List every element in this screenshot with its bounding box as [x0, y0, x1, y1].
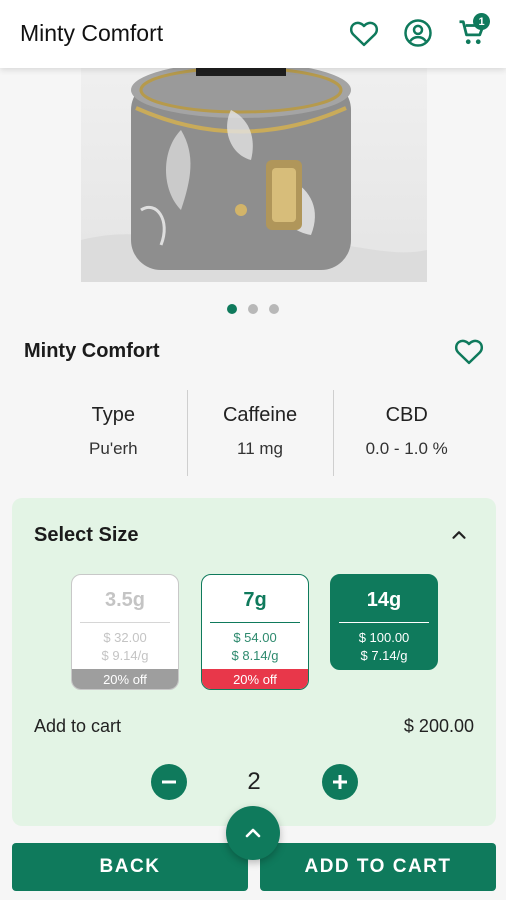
divider — [210, 622, 300, 623]
increase-quantity-button[interactable] — [322, 764, 358, 800]
image-pager-dots — [0, 304, 506, 314]
size-price: $ 32.00 — [103, 630, 147, 645]
decrease-quantity-button[interactable] — [151, 764, 187, 800]
minus-icon — [162, 780, 176, 784]
add-to-cart-label: Add to cart — [34, 716, 122, 736]
size-option-3-5g[interactable]: 3.5g $ 32.00 $ 9.14/g 20% off — [71, 574, 179, 690]
pager-dot[interactable] — [269, 304, 279, 314]
quantity-value: 2 — [247, 768, 261, 795]
size-price: $ 100.00 — [358, 630, 410, 645]
add-to-cart-button[interactable]: ADD TO CART — [260, 843, 496, 891]
size-weight: 14g — [366, 589, 402, 611]
spec-label: CBD — [385, 404, 428, 426]
product-name: Minty Comfort — [24, 340, 160, 362]
pager-dot[interactable] — [227, 304, 237, 314]
discount-badge: 20% off — [72, 669, 178, 689]
divider — [339, 622, 429, 623]
spec-type: Type Pu'erh — [40, 390, 187, 476]
size-option-7g[interactable]: 7g $ 54.00 $ 8.14/g 20% off — [201, 574, 309, 690]
heart-icon[interactable] — [454, 337, 486, 369]
chevron-up-icon[interactable] — [448, 524, 470, 546]
product-specs: Type Pu'erh Caffeine 11 mg CBD 0.0 - 1.0… — [40, 390, 480, 476]
size-option-14g[interactable]: 14g $ 100.00 $ 7.14/g — [330, 574, 438, 670]
product-image[interactable] — [81, 60, 427, 282]
heart-icon[interactable] — [348, 17, 380, 49]
divider — [80, 622, 170, 623]
spec-value: 11 mg — [237, 439, 283, 458]
size-price: $ 54.00 — [233, 630, 277, 645]
size-unit-price: $ 9.14/g — [101, 648, 149, 663]
chevron-up-icon — [245, 828, 261, 838]
spec-caffeine: Caffeine 11 mg — [186, 390, 334, 476]
spec-label: Type — [91, 404, 136, 426]
size-unit-price: $ 8.14/g — [231, 648, 279, 663]
pager-dot[interactable] — [248, 304, 258, 314]
top-app-bar: Minty Comfort 1 — [0, 0, 506, 68]
back-button[interactable]: BACK — [12, 843, 248, 891]
cart-total-price: $ 200.00 — [403, 716, 474, 736]
app-bar-title: Minty Comfort — [20, 20, 164, 46]
size-selector-title: Select Size — [34, 524, 139, 546]
spec-cbd: CBD 0.0 - 1.0 % — [333, 390, 480, 476]
size-weight: 7g — [243, 589, 267, 611]
cart-icon[interactable]: 1 — [456, 13, 490, 49]
size-selector-panel: Select Size 3.5g $ 32.00 $ 9.14/g 20% of… — [12, 498, 496, 826]
size-unit-price: $ 7.14/g — [360, 648, 408, 663]
discount-badge: 20% off — [202, 669, 308, 689]
scroll-up-button[interactable] — [226, 806, 280, 860]
spec-label: Caffeine — [222, 404, 298, 426]
size-weight: 3.5g — [104, 589, 146, 611]
spec-value: Pu'erh — [89, 439, 138, 458]
account-circle-icon[interactable] — [402, 17, 434, 49]
plus-icon — [333, 775, 347, 789]
spec-value: 0.0 - 1.0 % — [365, 439, 448, 458]
cart-count-badge: 1 — [473, 13, 490, 30]
